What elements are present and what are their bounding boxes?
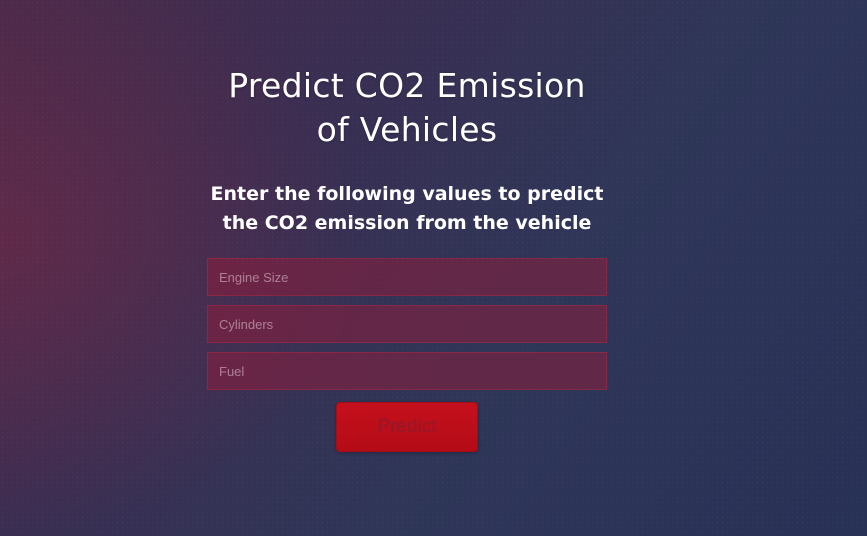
page-subtitle: Enter the following values to predict th…	[210, 183, 604, 234]
fuel-input[interactable]	[207, 352, 607, 390]
cylinders-input[interactable]	[207, 305, 607, 343]
engine-size-input[interactable]	[207, 258, 607, 296]
predict-panel: Predict CO2 Emission of Vehicles Enter t…	[207, 64, 607, 452]
prediction-form: Predict	[207, 258, 607, 452]
predict-button[interactable]: Predict	[336, 402, 478, 452]
page-title: Predict CO2 Emission of Vehicles	[228, 66, 586, 149]
page: { "page": { "title": "Predict CO2 Emissi…	[0, 0, 867, 536]
